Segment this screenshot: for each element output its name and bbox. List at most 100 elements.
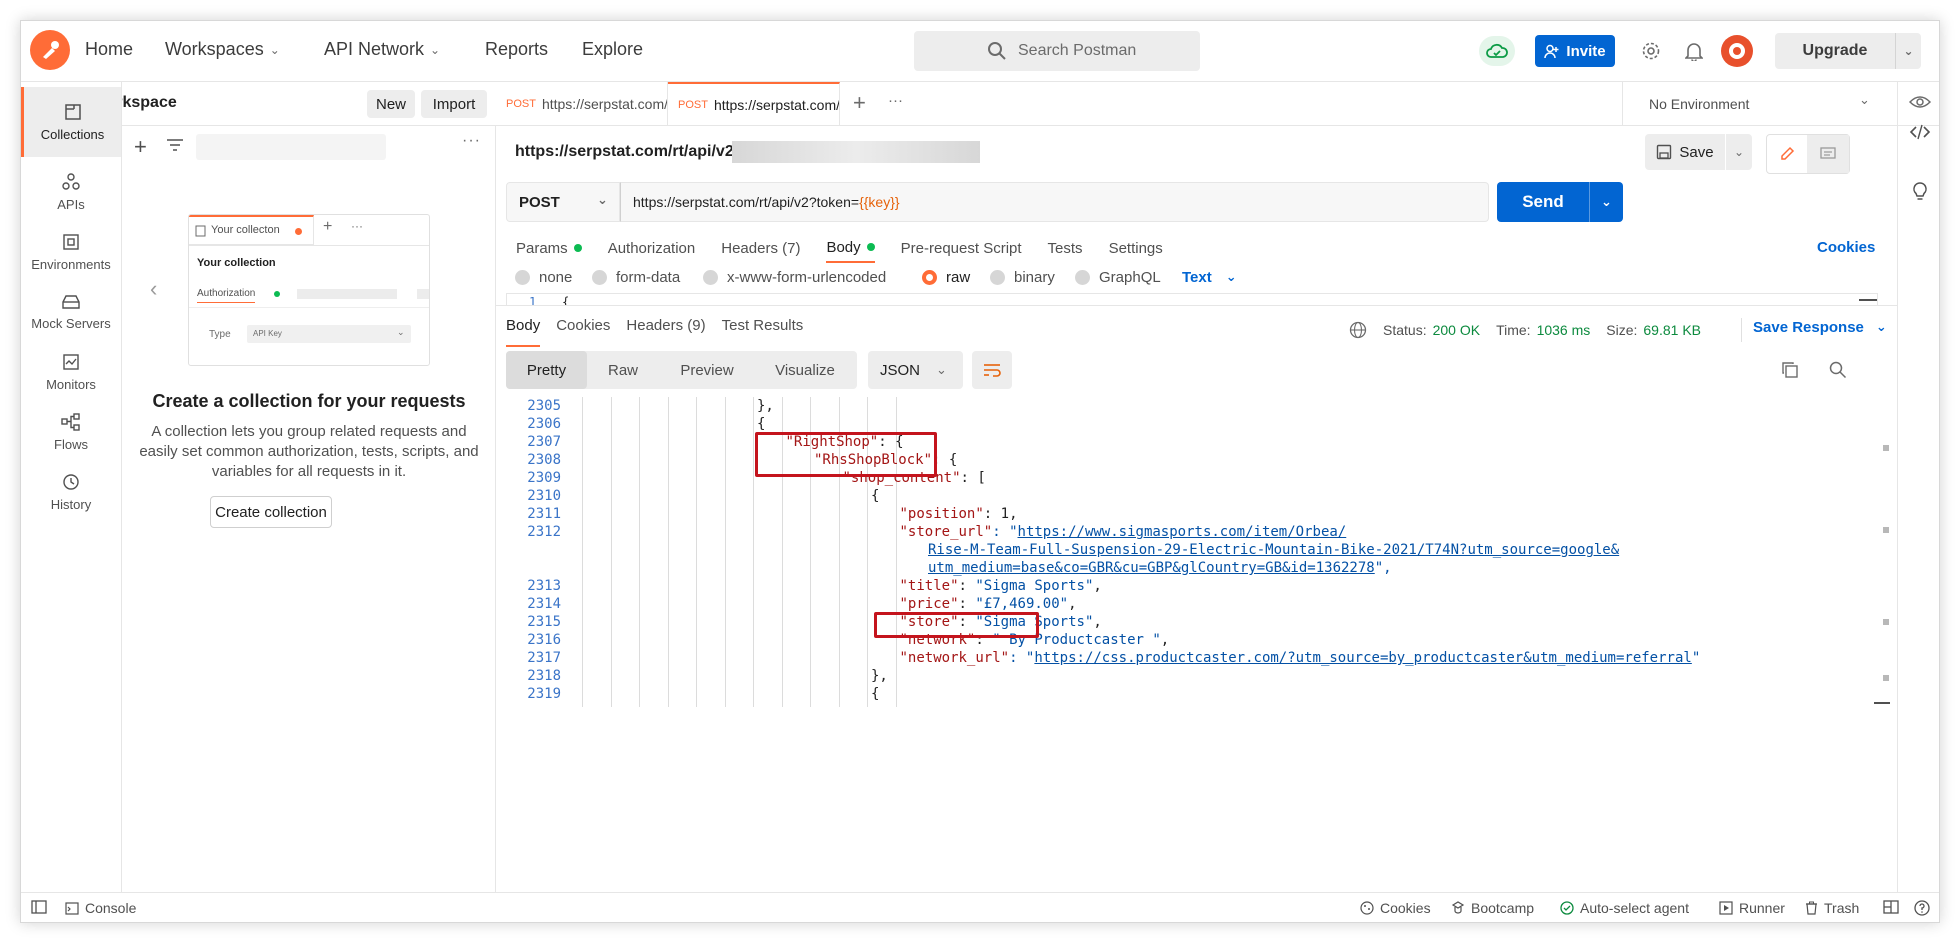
trash-label: Trash bbox=[1824, 900, 1860, 916]
two-pane-view-icon[interactable] bbox=[1883, 900, 1899, 914]
copy-icon[interactable] bbox=[1781, 361, 1799, 383]
cookies-button[interactable]: Cookies bbox=[1360, 900, 1431, 916]
radio-binary[interactable] bbox=[990, 269, 1005, 285]
code-link[interactable]: utm_medium=base&co=GBR&cu=GBP&glCountry=… bbox=[928, 560, 1375, 576]
radio-raw[interactable] bbox=[922, 269, 937, 285]
url-variable: {{key}} bbox=[859, 194, 900, 210]
save-options-chevron-icon[interactable]: ⌄ bbox=[1726, 134, 1752, 170]
editor-resize-handle[interactable] bbox=[1859, 299, 1877, 301]
edit-pencil-icon[interactable] bbox=[1767, 135, 1807, 173]
body-type-none[interactable]: none bbox=[515, 259, 572, 295]
rail-item-history[interactable]: History bbox=[21, 457, 121, 527]
body-type-raw[interactable]: raw bbox=[922, 259, 970, 295]
code-token: "store_url" bbox=[899, 524, 993, 540]
nav-home[interactable]: Home bbox=[85, 39, 133, 60]
postman-window: Home Workspaces ⌄ API Network ⌄ Reports Ex… bbox=[20, 20, 1940, 923]
save-button[interactable]: Save bbox=[1645, 134, 1725, 170]
nav-api-network[interactable]: API Network ⌄ bbox=[324, 39, 440, 60]
import-button[interactable]: Import bbox=[421, 90, 487, 118]
request-tab-2[interactable]: POST https://serpstat.com/r bbox=[668, 82, 840, 126]
body-type-binary[interactable]: binary bbox=[990, 259, 1055, 295]
notifications-bell-icon[interactable] bbox=[1681, 38, 1707, 64]
cookies-link[interactable]: Cookies bbox=[1817, 239, 1875, 256]
upgrade-button[interactable]: Upgrade ⌄ bbox=[1775, 33, 1921, 69]
lightbulb-icon[interactable] bbox=[1911, 181, 1929, 207]
radio-none[interactable] bbox=[515, 269, 530, 285]
time-value[interactable]: 1036 ms bbox=[1537, 322, 1591, 338]
new-button[interactable]: New bbox=[367, 90, 415, 118]
body-type-urlencoded[interactable]: x-www-form-urlencoded bbox=[703, 259, 886, 295]
pane-divider[interactable] bbox=[496, 305, 1897, 306]
user-avatar[interactable] bbox=[1721, 35, 1753, 67]
wrap-lines-icon[interactable] bbox=[972, 351, 1012, 389]
help-icon[interactable] bbox=[1914, 900, 1930, 916]
view-visualize[interactable]: Visualize bbox=[755, 351, 855, 389]
tab-options-icon[interactable]: ··· bbox=[888, 92, 903, 109]
view-preview[interactable]: Preview bbox=[659, 351, 755, 389]
add-collection-icon[interactable]: + bbox=[134, 134, 147, 160]
more-options-icon[interactable]: ··· bbox=[462, 132, 481, 150]
collection-search-input[interactable] bbox=[196, 134, 386, 160]
save-response-button[interactable]: Save Response ⌄ bbox=[1753, 319, 1887, 336]
environment-selector[interactable]: No Environment ⌄ bbox=[1623, 82, 1897, 126]
view-pretty[interactable]: Pretty bbox=[506, 351, 587, 389]
globe-icon[interactable] bbox=[1349, 321, 1367, 339]
body-type-form-data[interactable]: form-data bbox=[592, 259, 680, 295]
status-value[interactable]: 200 OK bbox=[1433, 322, 1480, 338]
response-format-select[interactable]: JSON ⌄ bbox=[868, 351, 963, 389]
nav-explore[interactable]: Explore bbox=[582, 39, 643, 60]
bootcamp-button[interactable]: Bootcamp bbox=[1451, 900, 1534, 916]
response-tab-headers[interactable]: Headers (9) bbox=[626, 317, 705, 347]
search-bar[interactable]: Search Postman bbox=[914, 31, 1200, 71]
rail-item-collections[interactable]: Collections bbox=[21, 87, 121, 157]
size-value[interactable]: 69.81 KB bbox=[1643, 322, 1701, 338]
body-type-graphql[interactable]: GraphQL bbox=[1075, 259, 1161, 295]
runner-button[interactable]: Runner bbox=[1719, 900, 1785, 916]
search-icon[interactable] bbox=[1829, 361, 1847, 383]
request-body-editor[interactable]: 1 { bbox=[506, 293, 1878, 305]
monitors-icon bbox=[63, 353, 79, 370]
radio-urlencoded[interactable] bbox=[703, 269, 718, 285]
send-options-chevron-icon[interactable]: ⌄ bbox=[1589, 182, 1623, 222]
raw-format-select[interactable]: Text ⌄ bbox=[1182, 259, 1237, 295]
radio-label: x-www-form-urlencoded bbox=[727, 268, 887, 286]
response-scrollbar[interactable] bbox=[1874, 397, 1891, 707]
environment-label: No Environment bbox=[1649, 96, 1750, 112]
chevron-down-icon: ⌄ bbox=[1875, 319, 1887, 334]
chevron-down-icon[interactable]: ⌄ bbox=[1895, 33, 1921, 69]
radio-form-data[interactable] bbox=[592, 269, 607, 285]
auto-select-agent-button[interactable]: Auto-select agent bbox=[1560, 900, 1689, 916]
radio-graphql[interactable] bbox=[1075, 269, 1090, 285]
trash-button[interactable]: Trash bbox=[1805, 900, 1859, 916]
toggle-sidebar-icon[interactable] bbox=[31, 900, 47, 914]
nav-workspaces[interactable]: Workspaces ⌄ bbox=[165, 39, 280, 60]
nav-reports[interactable]: Reports bbox=[485, 39, 548, 60]
url-input[interactable]: https://serpstat.com/rt/api/v2?token= {{k… bbox=[620, 182, 1489, 222]
preview-more-icon: ··· bbox=[351, 219, 363, 233]
create-collection-button[interactable]: Create collection bbox=[210, 496, 332, 528]
console-icon bbox=[65, 901, 79, 915]
console-button[interactable]: Console bbox=[65, 900, 136, 916]
invite-button[interactable]: Invite bbox=[1535, 35, 1615, 67]
body-indicator-dot bbox=[866, 243, 875, 251]
send-button[interactable]: Send ⌄ bbox=[1497, 182, 1623, 222]
sync-status-icon[interactable] bbox=[1479, 36, 1515, 66]
new-tab-plus-icon[interactable]: + bbox=[853, 90, 866, 116]
chevron-left-icon[interactable]: ‹ bbox=[150, 276, 157, 302]
subtab-label: Params bbox=[516, 239, 568, 257]
response-code-view[interactable]: 2305}, 2306{2307 "RightShop": {2308 "RhsSho… bbox=[506, 397, 1891, 707]
view-raw[interactable]: Raw bbox=[587, 351, 659, 389]
code-link[interactable]: Rise-M-Team-Full-Suspension-29-Electric-… bbox=[928, 542, 1619, 558]
documentation-comment-icon[interactable] bbox=[1807, 135, 1849, 173]
code-snippet-icon[interactable] bbox=[1909, 124, 1931, 144]
filter-icon[interactable] bbox=[166, 138, 184, 156]
method-select[interactable]: POST ⌄ bbox=[506, 182, 620, 222]
settings-gear-icon[interactable] bbox=[1638, 38, 1664, 64]
request-tab-1[interactable]: POST https://serpstat.com/r bbox=[496, 82, 668, 126]
response-tab-cookies[interactable]: Cookies bbox=[556, 317, 610, 347]
response-tab-body[interactable]: Body bbox=[506, 317, 541, 347]
response-tab-test-results[interactable]: Test Results bbox=[722, 317, 804, 347]
code-link[interactable]: https://css.productcaster.com/?utm_sourc… bbox=[1034, 650, 1691, 666]
postman-logo[interactable] bbox=[30, 30, 70, 70]
code-link[interactable]: https://www.sigmasports.com/item/Orbea/ bbox=[1018, 524, 1347, 540]
